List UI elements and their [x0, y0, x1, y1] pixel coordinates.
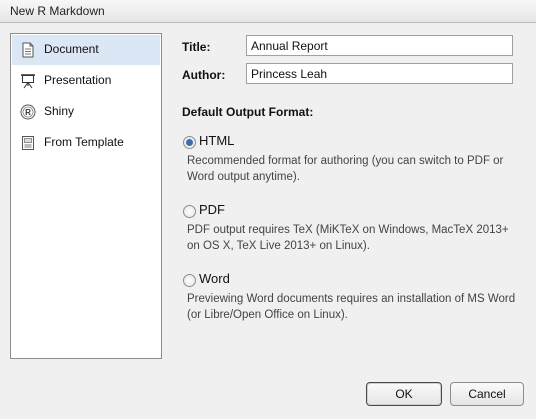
author-label: Author:	[182, 68, 226, 82]
html-radio[interactable]	[183, 136, 196, 149]
title-label: Title:	[182, 40, 211, 54]
word-option-label[interactable]: Word	[199, 271, 230, 286]
sidebar-item-from-template[interactable]: From Template	[12, 128, 160, 158]
default-output-format-heading: Default Output Format:	[182, 105, 314, 119]
sidebar-item-label: From Template	[44, 135, 124, 149]
title-input[interactable]	[246, 35, 513, 56]
shiny-icon: R	[20, 104, 36, 120]
word-radio[interactable]	[183, 274, 196, 287]
sidebar-item-presentation[interactable]: Presentation	[12, 66, 160, 96]
sidebar-item-document[interactable]: Document	[12, 35, 160, 65]
word-option-description: Previewing Word documents requires an in…	[187, 293, 516, 321]
pdf-option-description: PDF output requires TeX (MiKTeX on Windo…	[187, 224, 509, 252]
html-option-description: Recommended format for authoring (you ca…	[187, 155, 504, 183]
sidebar-item-shiny[interactable]: R Shiny	[12, 97, 160, 127]
html-option-label[interactable]: HTML	[199, 133, 234, 148]
sidebar-item-label: Document	[44, 42, 99, 56]
sidebar-item-label: Presentation	[44, 73, 112, 87]
sidebar-item-label: Shiny	[44, 104, 75, 118]
format-type-list: Document Presentation R Shiny From Templ…	[10, 33, 162, 359]
title-bar: New R Markdown	[0, 0, 536, 23]
template-icon	[22, 136, 34, 150]
pdf-option-label[interactable]: PDF	[199, 202, 225, 217]
window-title: New R Markdown	[10, 4, 105, 18]
cancel-button[interactable]: Cancel	[450, 382, 524, 406]
author-input[interactable]	[246, 63, 513, 84]
document-icon	[22, 42, 34, 58]
svg-text:R: R	[25, 108, 31, 117]
presentation-icon	[21, 74, 35, 89]
ok-button[interactable]: OK	[366, 382, 442, 406]
pdf-radio[interactable]	[183, 205, 196, 218]
